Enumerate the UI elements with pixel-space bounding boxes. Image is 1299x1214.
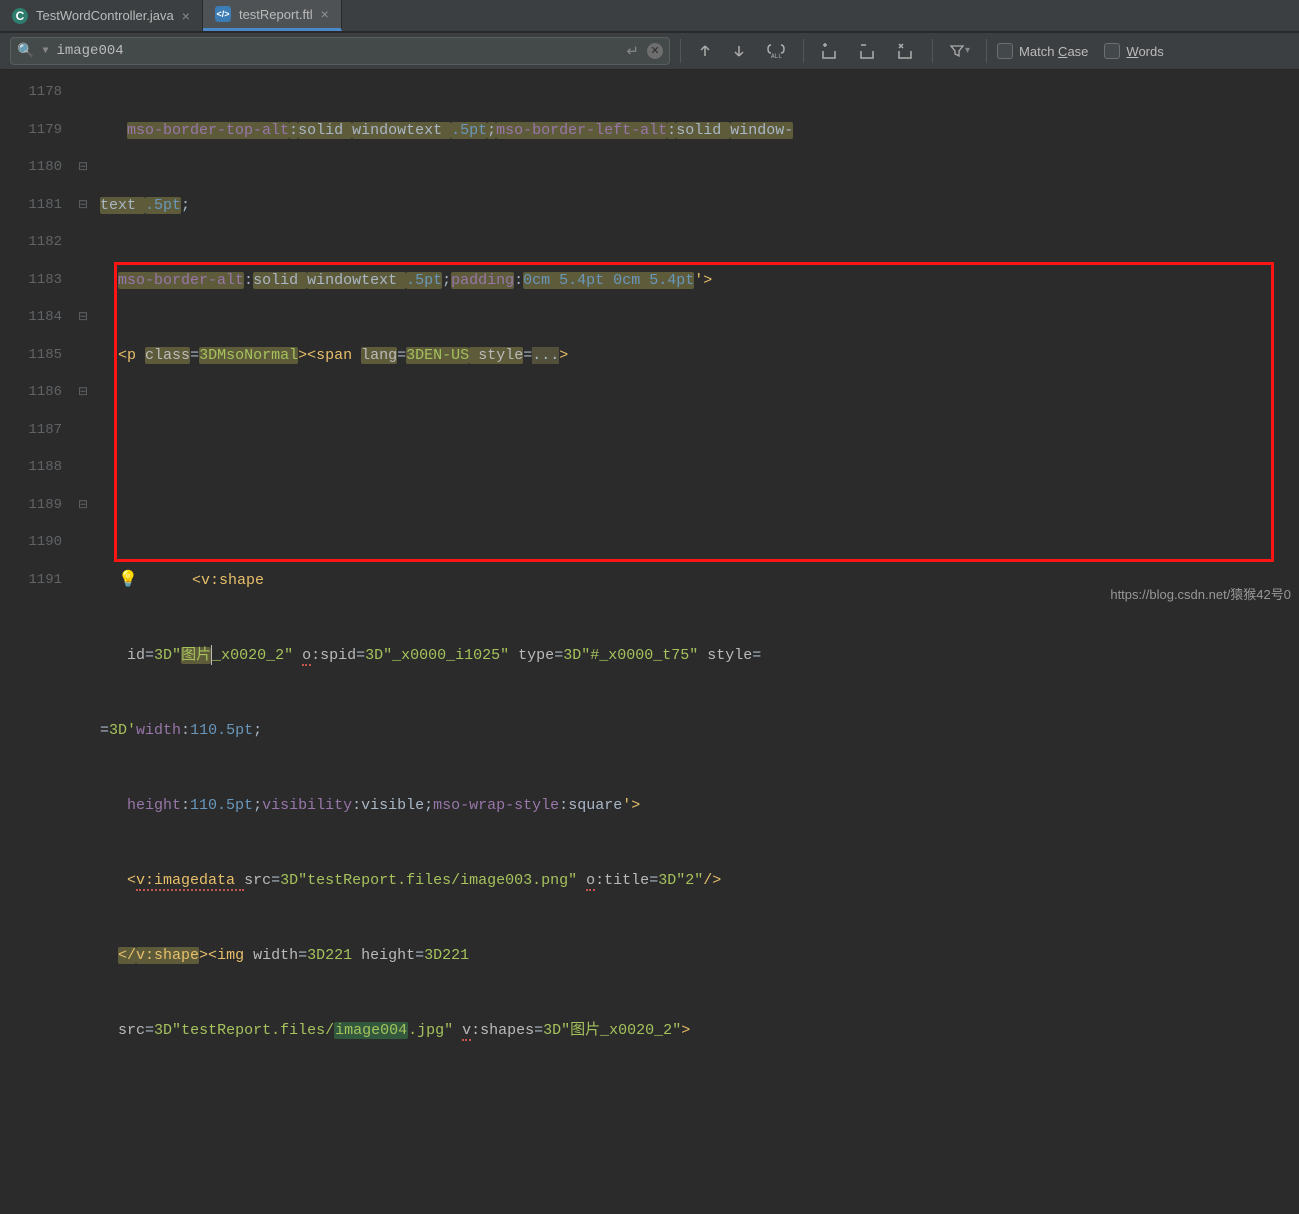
- line-number: 1184: [0, 299, 62, 337]
- line-number: 1178: [0, 74, 62, 112]
- line-number: 1183: [0, 262, 62, 300]
- line-number: 1186: [0, 374, 62, 412]
- find-toolbar: 🔍 ▼ ↵ ✕ ALL ▾ Match Case Words: [0, 32, 1299, 70]
- separator: [932, 39, 933, 63]
- exclude-button[interactable]: [890, 38, 922, 64]
- fold-marker[interactable]: [72, 224, 94, 262]
- fold-marker[interactable]: [72, 562, 94, 600]
- code-line: mso-border-top-alt:solid windowtext .5pt…: [100, 112, 1299, 150]
- tab-java-file[interactable]: C TestWordController.java ×: [0, 0, 203, 31]
- line-number: 1191: [0, 562, 62, 600]
- code-editor[interactable]: 1178 1179 1180 1181 1182 1183 1184 1185 …: [0, 70, 1299, 607]
- fold-marker[interactable]: ⊟: [72, 487, 94, 525]
- code-line: height:110.5pt;visibility:visible;mso-wr…: [100, 787, 1299, 825]
- code-line: text .5pt;: [100, 187, 1299, 225]
- separator: [986, 39, 987, 63]
- svg-text:ALL: ALL: [771, 53, 782, 59]
- fold-gutter: ⊟ ⊟ ⊟ ⊟ ⊟: [72, 70, 94, 607]
- code-line: [100, 487, 1299, 525]
- tab-ftl-file[interactable]: </> testReport.ftl ×: [203, 0, 342, 31]
- newline-icon[interactable]: ↵: [626, 42, 639, 61]
- fold-marker[interactable]: [72, 74, 94, 112]
- fold-marker[interactable]: [72, 337, 94, 375]
- code-area[interactable]: mso-border-top-alt:solid windowtext .5pt…: [94, 70, 1299, 607]
- line-number: 1185: [0, 337, 62, 375]
- line-number: 1179: [0, 112, 62, 150]
- chevron-down-icon[interactable]: ▼: [42, 46, 48, 57]
- tab-label: TestWordController.java: [36, 8, 174, 23]
- match-case-checkbox[interactable]: Match Case: [997, 43, 1088, 59]
- remove-selection-button[interactable]: [852, 38, 884, 64]
- fold-marker[interactable]: ⊟: [72, 187, 94, 225]
- fold-marker[interactable]: ⊟: [72, 374, 94, 412]
- add-selection-button[interactable]: [814, 38, 846, 64]
- checkbox-icon: [1104, 43, 1120, 59]
- match-case-label: Match Case: [1019, 44, 1088, 59]
- separator: [803, 39, 804, 63]
- code-line: id=3D"图片_x0020_2" o:spid=3D"_x0000_i1025…: [100, 637, 1299, 675]
- prev-match-button[interactable]: [691, 39, 719, 63]
- fold-marker[interactable]: [72, 412, 94, 450]
- code-line: [100, 412, 1299, 450]
- fold-marker[interactable]: [72, 112, 94, 150]
- find-input-container[interactable]: 🔍 ▼ ↵ ✕: [10, 37, 670, 65]
- line-number: 1180: [0, 149, 62, 187]
- tab-label: testReport.ftl: [239, 7, 313, 22]
- line-number: 1189: [0, 487, 62, 525]
- bulb-icon[interactable]: 💡: [118, 571, 138, 589]
- words-label: Words: [1126, 44, 1163, 59]
- fold-marker[interactable]: ⊟: [72, 299, 94, 337]
- line-number: 1181: [0, 187, 62, 225]
- search-match: image004: [334, 1022, 408, 1039]
- watermark-text: https://blog.csdn.net/猿猴42号0: [1110, 584, 1291, 603]
- fold-marker[interactable]: [72, 449, 94, 487]
- close-icon[interactable]: ×: [182, 8, 190, 24]
- java-class-icon: C: [12, 8, 28, 24]
- code-line: =3D'width:110.5pt;: [100, 712, 1299, 750]
- select-all-button[interactable]: ALL: [759, 39, 793, 63]
- checkbox-icon: [997, 43, 1013, 59]
- code-line: mso-border-alt:solid windowtext .5pt;pad…: [100, 262, 1299, 300]
- filter-button[interactable]: ▾: [943, 39, 976, 63]
- words-checkbox[interactable]: Words: [1104, 43, 1163, 59]
- code-line: <v:imagedata src=3D"testReport.files/ima…: [100, 862, 1299, 900]
- line-number: 1190: [0, 524, 62, 562]
- separator: [680, 39, 681, 63]
- code-line: src=3D"testReport.files/image004.jpg" v:…: [100, 1012, 1299, 1050]
- editor-tabs: C TestWordController.java × </> testRepo…: [0, 0, 1299, 32]
- code-line: [100, 1087, 1299, 1125]
- code-line: <p class=3DMsoNormal><span lang=3DEN-US …: [100, 337, 1299, 375]
- line-number-gutter: 1178 1179 1180 1181 1182 1183 1184 1185 …: [0, 70, 72, 607]
- code-line: </v:shape><img width=3D221 height=3D221: [100, 937, 1299, 975]
- close-icon[interactable]: ×: [321, 6, 329, 22]
- ftl-file-icon: </>: [215, 6, 231, 22]
- line-number: 1187: [0, 412, 62, 450]
- line-number: 1188: [0, 449, 62, 487]
- find-input[interactable]: [56, 43, 618, 59]
- fold-marker[interactable]: ⊟: [72, 149, 94, 187]
- fold-marker[interactable]: [72, 524, 94, 562]
- next-match-button[interactable]: [725, 39, 753, 63]
- search-icon: 🔍: [17, 43, 34, 60]
- clear-icon[interactable]: ✕: [647, 43, 663, 59]
- fold-marker[interactable]: [72, 262, 94, 300]
- line-number: 1182: [0, 224, 62, 262]
